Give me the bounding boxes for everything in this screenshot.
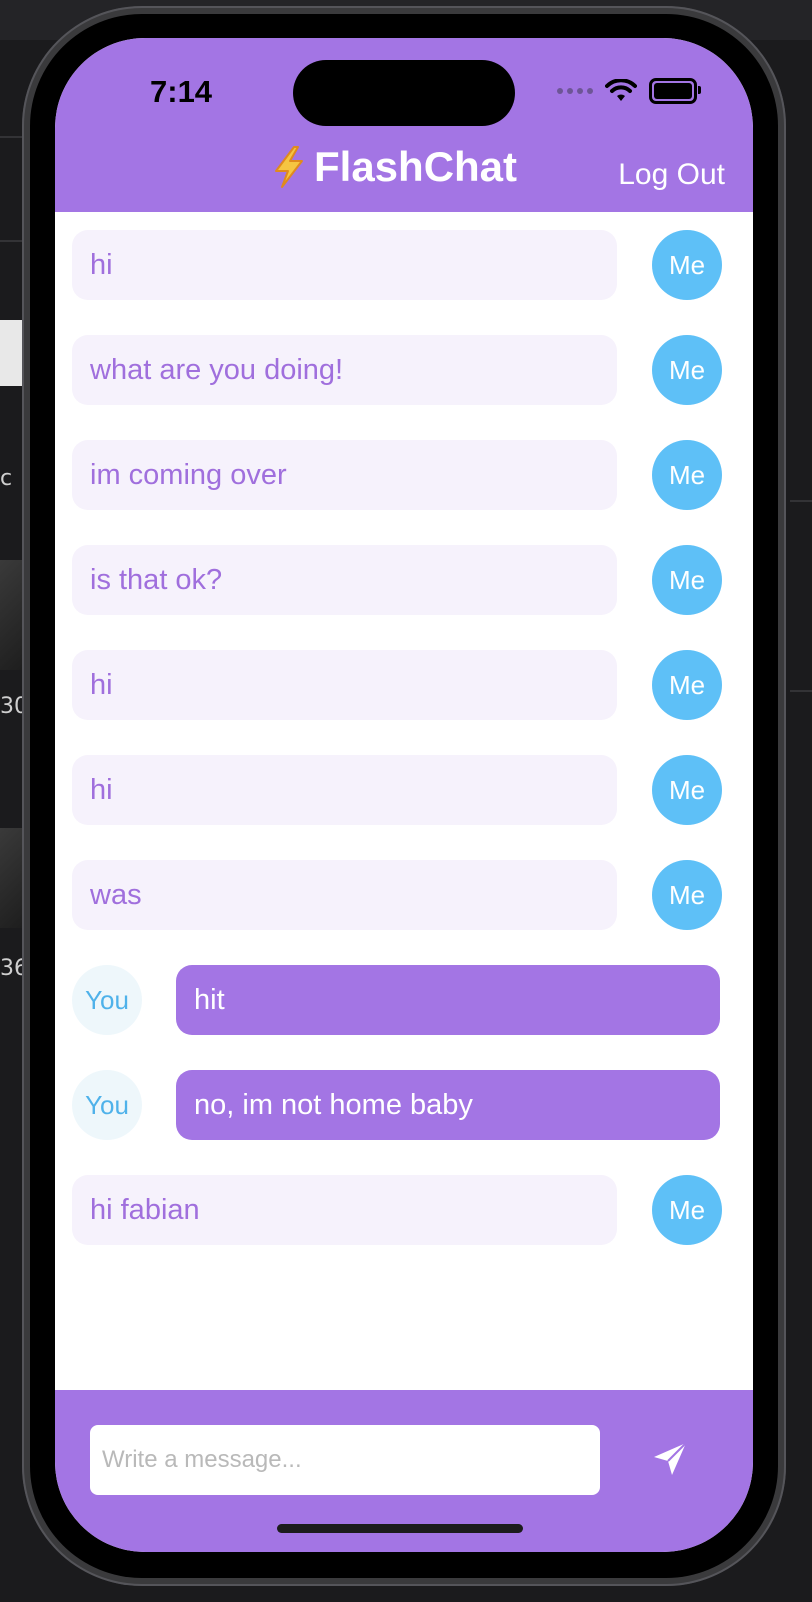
avatar: Me bbox=[652, 650, 722, 720]
desktop-text-fragment: c bbox=[0, 466, 13, 491]
desktop-divider bbox=[0, 136, 22, 138]
message-bubble: was bbox=[72, 860, 617, 930]
compose-bar bbox=[55, 1390, 753, 1552]
avatar: Me bbox=[652, 335, 722, 405]
battery-icon bbox=[649, 78, 701, 104]
status-icons bbox=[557, 78, 701, 104]
message-row: hi fabian Me bbox=[72, 1175, 736, 1245]
desktop-divider bbox=[790, 690, 812, 692]
desktop-thumbnail bbox=[0, 560, 22, 670]
message-row: hi Me bbox=[72, 755, 736, 825]
message-bubble: what are you doing! bbox=[72, 335, 617, 405]
app-title: FlashChat bbox=[314, 143, 518, 190]
message-row: what are you doing! Me bbox=[72, 335, 736, 405]
message-row: hi Me bbox=[72, 650, 736, 720]
message-row: im coming over Me bbox=[72, 440, 736, 510]
message-row: is that ok? Me bbox=[72, 545, 736, 615]
message-bubble: hi bbox=[72, 650, 617, 720]
avatar: Me bbox=[652, 1175, 722, 1245]
paper-plane-icon[interactable] bbox=[650, 1439, 690, 1479]
dynamic-island bbox=[293, 60, 515, 126]
home-indicator[interactable] bbox=[277, 1524, 523, 1533]
message-row: You no, im not home baby bbox=[72, 1070, 736, 1140]
message-row: was Me bbox=[72, 860, 736, 930]
message-input[interactable] bbox=[90, 1425, 600, 1495]
app-brand: FlashChat bbox=[270, 143, 517, 191]
phone-screen: 7:14 FlashChat Log Out hi Me what are yo… bbox=[55, 38, 753, 1552]
avatar: Me bbox=[652, 860, 722, 930]
avatar: Me bbox=[652, 545, 722, 615]
app-header: 7:14 FlashChat Log Out bbox=[55, 38, 753, 212]
avatar: Me bbox=[652, 755, 722, 825]
avatar: Me bbox=[652, 230, 722, 300]
message-bubble: hit bbox=[176, 965, 720, 1035]
message-bubble: no, im not home baby bbox=[176, 1070, 720, 1140]
desktop-thumbnail bbox=[0, 320, 22, 386]
avatar: You bbox=[72, 965, 142, 1035]
message-bubble: is that ok? bbox=[72, 545, 617, 615]
message-row: hi Me bbox=[72, 230, 736, 300]
wifi-icon bbox=[605, 79, 637, 101]
avatar: Me bbox=[652, 440, 722, 510]
desktop-thumbnail bbox=[0, 828, 22, 928]
message-bubble: hi fabian bbox=[72, 1175, 617, 1245]
logout-button[interactable]: Log Out bbox=[618, 158, 725, 192]
message-list[interactable]: hi Me what are you doing! Me im coming o… bbox=[55, 212, 753, 1362]
avatar: You bbox=[72, 1070, 142, 1140]
message-bubble: hi bbox=[72, 230, 617, 300]
message-bubble: hi bbox=[72, 755, 617, 825]
signal-icon bbox=[557, 88, 593, 94]
desktop-divider bbox=[790, 500, 812, 502]
message-bubble: im coming over bbox=[72, 440, 617, 510]
desktop-divider bbox=[0, 240, 22, 242]
lightning-bolt-icon bbox=[275, 146, 303, 188]
status-time: 7:14 bbox=[150, 74, 213, 109]
message-row: You hit bbox=[72, 965, 736, 1035]
